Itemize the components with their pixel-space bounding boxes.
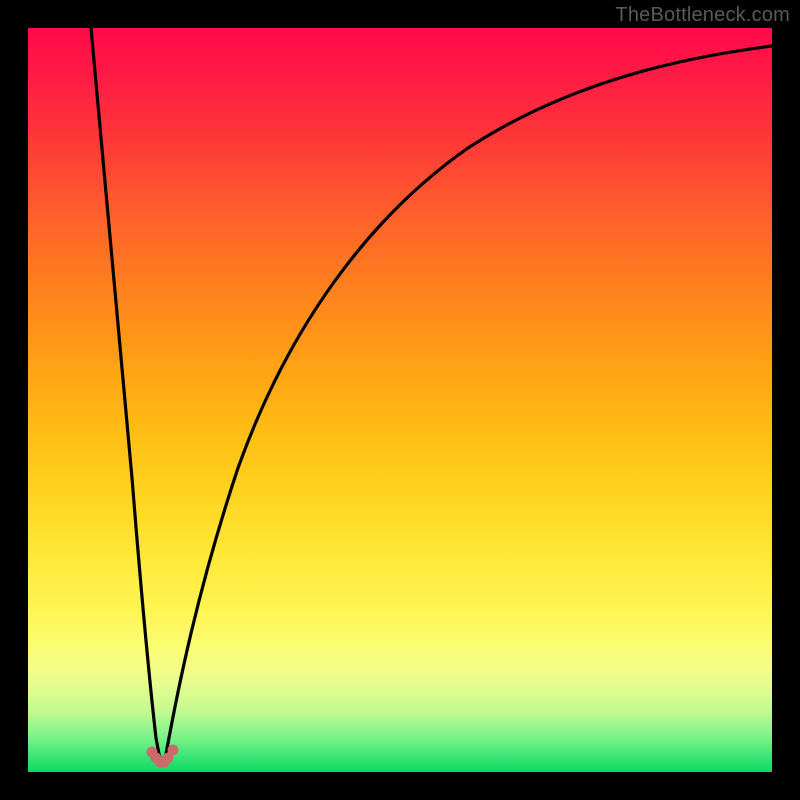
curve-left-branch <box>91 28 159 754</box>
valley-dot <box>168 745 179 756</box>
bottleneck-curve <box>28 28 772 772</box>
plot-area <box>28 28 772 772</box>
watermark-text: TheBottleneck.com <box>615 4 790 27</box>
chart-frame: TheBottleneck.com <box>0 0 800 800</box>
curve-right-branch <box>166 46 772 754</box>
